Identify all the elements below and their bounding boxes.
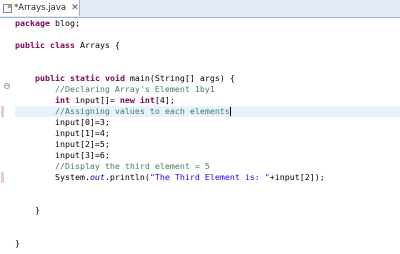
code-line: input[0]=3; (15, 117, 400, 128)
code-text: .println( (104, 172, 150, 182)
code-line: int input[]= new int[4]; (15, 95, 400, 106)
current-line: //Assigning values to each elements (15, 106, 400, 117)
editor-ruler: − (0, 18, 12, 254)
keyword: package (15, 18, 50, 28)
code-text: input[]= (69, 95, 120, 105)
change-marker (1, 172, 4, 183)
code-text: input[1]=4; (54, 128, 110, 138)
keyword: void (104, 73, 125, 83)
comment: //Declaring Array's Element 1by1 (54, 84, 215, 94)
keyword: int (54, 95, 70, 105)
code-line: System.out.println("The Third Element is… (15, 172, 400, 183)
code-line: input[3]=6; (15, 150, 400, 161)
code-line: //Display the third element = 5 (15, 161, 400, 172)
code-text: main(String[] args) { (124, 73, 235, 83)
editor-tab-bar: *Arrays.java ✕ (0, 0, 400, 18)
code-text: input[0]=3; (54, 117, 110, 127)
close-icon[interactable]: ✕ (71, 3, 79, 13)
static-field: out (89, 172, 105, 182)
code-text: } (15, 238, 20, 248)
code-text: blog; (49, 18, 80, 28)
keyword: int (139, 95, 155, 105)
code-text: input[2]=5; (54, 139, 110, 149)
code-text: input[3]=6; (54, 150, 110, 160)
code-text: [4]; (154, 95, 175, 105)
keyword: public (34, 73, 65, 83)
tab-label: *Arrays.java (14, 3, 67, 13)
code-text: System. (54, 172, 90, 182)
code-text: Arrays { (74, 40, 120, 50)
keyword: class (49, 40, 75, 50)
code-line: input[1]=4; (15, 128, 400, 139)
java-file-icon (3, 3, 12, 13)
code-line: } (15, 205, 400, 216)
code-area[interactable]: package blog; public class Arrays { publ… (15, 18, 400, 249)
code-line: } (15, 238, 400, 249)
change-marker (1, 106, 4, 117)
string-literal: "The Third Element is: " (149, 172, 270, 182)
keyword: static (69, 73, 100, 83)
code-line: public static void main(String[] args) { (15, 73, 400, 84)
eclipse-editor: *Arrays.java ✕ − package blog; public cl… (0, 0, 400, 254)
code-line: package blog; (15, 18, 400, 29)
text-cursor (229, 107, 231, 116)
code-line: input[2]=5; (15, 139, 400, 150)
comment: //Display the third element = 5 (54, 161, 210, 171)
keyword: public (15, 40, 45, 50)
code-line: public class Arrays { (15, 40, 400, 51)
tab-arrays-java[interactable]: *Arrays.java ✕ (0, 0, 80, 16)
code-text: +input[2]); (269, 172, 325, 182)
code-line: //Declaring Array's Element 1by1 (15, 84, 400, 95)
fold-collapse-icon[interactable]: − (4, 83, 10, 89)
code-text: } (34, 205, 40, 215)
keyword: new (119, 95, 135, 105)
comment: //Assigning values to each elements (54, 106, 230, 116)
